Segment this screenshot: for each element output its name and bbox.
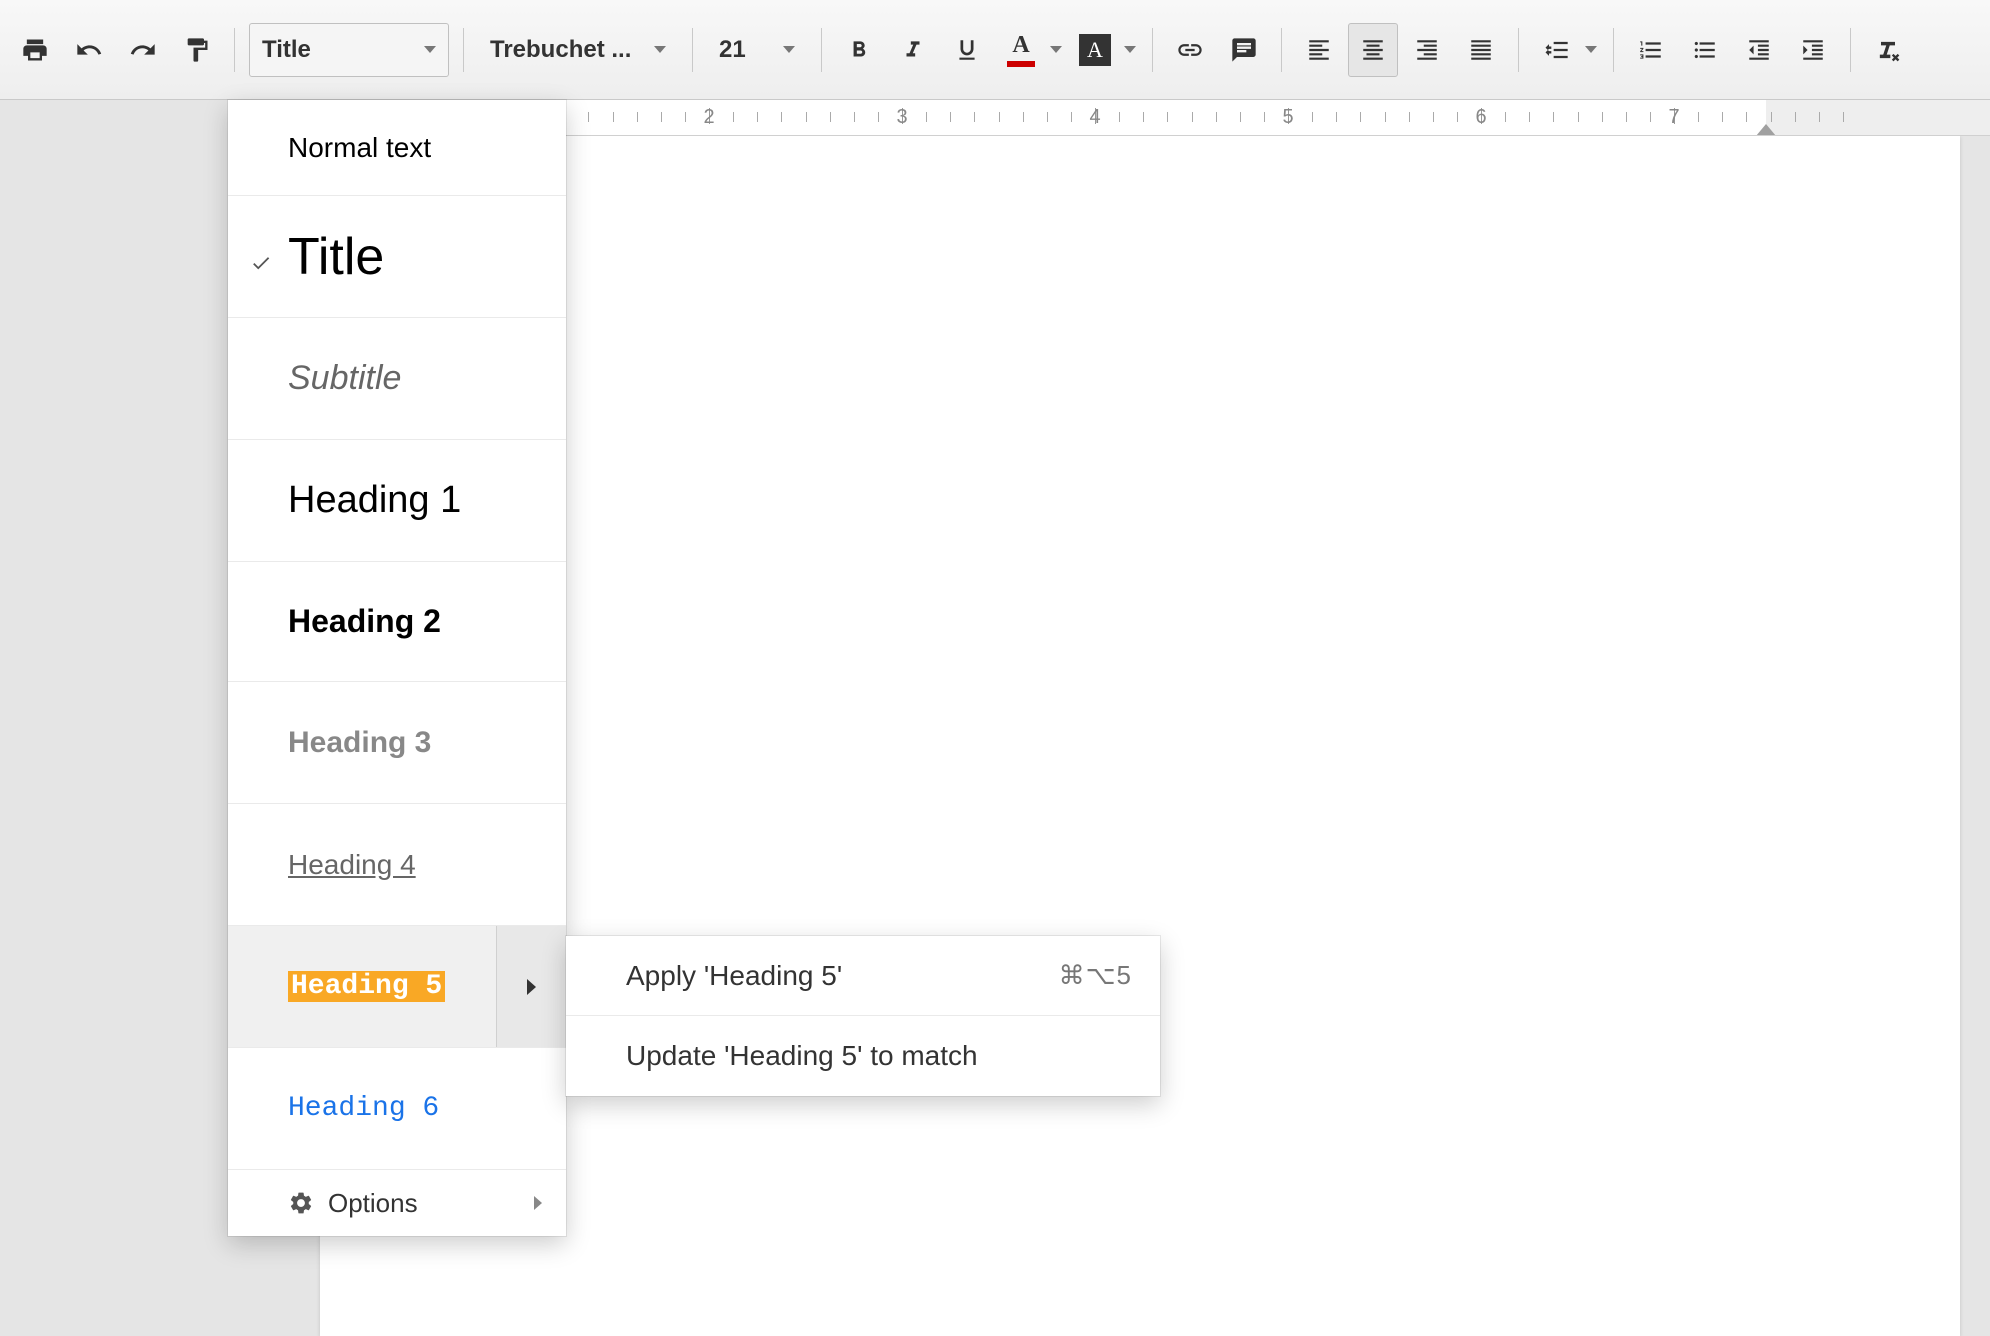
chevron-down-icon (424, 46, 436, 53)
style-heading-1[interactable]: Heading 1 (228, 440, 566, 562)
style-label: Heading 1 (288, 479, 461, 522)
style-label: Heading 3 (288, 726, 431, 760)
clear-formatting-button[interactable] (1863, 23, 1913, 77)
bold-button[interactable] (834, 23, 884, 77)
italic-button[interactable] (888, 23, 938, 77)
align-left-button[interactable] (1294, 23, 1344, 77)
submenu-label: Apply 'Heading 5' (626, 960, 842, 992)
font-size-combo[interactable]: 21 (707, 23, 807, 77)
align-right-button[interactable] (1402, 23, 1452, 77)
font-family-combo[interactable]: Trebuchet ... (478, 23, 678, 77)
undo-button[interactable] (64, 23, 114, 77)
style-label: Normal text (288, 132, 431, 164)
numbered-list-button[interactable] (1626, 23, 1676, 77)
chevron-down-icon[interactable] (1585, 46, 1597, 53)
line-spacing-button[interactable] (1531, 23, 1581, 77)
style-heading-4[interactable]: Heading 4 (228, 804, 566, 926)
style-label: Title (288, 227, 384, 287)
font-combo-label: Trebuchet ... (490, 36, 631, 64)
styles-options[interactable]: Options (228, 1170, 566, 1236)
paragraph-styles-menu: Normal text Title Subtitle Heading 1 Hea… (228, 100, 566, 1236)
highlight-color-button[interactable]: A (1070, 23, 1120, 77)
style-title[interactable]: Title (228, 196, 566, 318)
toolbar: Title Trebuchet ... 21 A A (0, 0, 1990, 100)
style-label: Heading 2 (288, 603, 441, 640)
style-heading-6[interactable]: Heading 6 (228, 1048, 566, 1170)
keyboard-shortcut: ⌘⌥5 (1059, 960, 1132, 991)
print-button[interactable] (10, 23, 60, 77)
chevron-down-icon[interactable] (1050, 46, 1062, 53)
style-label: Subtitle (288, 359, 401, 398)
text-color-swatch (1007, 61, 1035, 67)
ruler-number: 6 (1475, 106, 1486, 129)
update-heading5-to-match[interactable]: Update 'Heading 5' to match (566, 1016, 1160, 1096)
chevron-down-icon (783, 46, 795, 53)
paint-format-button[interactable] (172, 23, 222, 77)
ruler-number: 2 (703, 106, 714, 129)
submenu-arrow-icon[interactable] (496, 926, 566, 1047)
separator (692, 28, 693, 72)
gear-icon (288, 1190, 314, 1216)
style-label: Heading 6 (288, 1093, 439, 1124)
align-justify-button[interactable] (1456, 23, 1506, 77)
bulleted-list-button[interactable] (1680, 23, 1730, 77)
separator (463, 28, 464, 72)
add-comment-button[interactable] (1219, 23, 1269, 77)
size-combo-label: 21 (719, 36, 746, 64)
decrease-indent-button[interactable] (1734, 23, 1784, 77)
separator (1613, 28, 1614, 72)
paragraph-styles-combo[interactable]: Title (249, 23, 449, 77)
ruler-number: 4 (1089, 106, 1100, 129)
separator (1281, 28, 1282, 72)
increase-indent-button[interactable] (1788, 23, 1838, 77)
separator (821, 28, 822, 72)
styles-combo-label: Title (262, 36, 311, 64)
style-heading-2[interactable]: Heading 2 (228, 562, 566, 682)
align-center-button[interactable] (1348, 23, 1398, 77)
check-icon (250, 227, 272, 287)
document-page[interactable] (320, 136, 1960, 1336)
chevron-down-icon (654, 46, 666, 53)
separator (1152, 28, 1153, 72)
style-heading-3[interactable]: Heading 3 (228, 682, 566, 804)
text-color-button[interactable]: A (996, 23, 1046, 77)
horizontal-ruler[interactable]: 1234567 (320, 100, 1990, 136)
style-normal-text[interactable]: Normal text (228, 100, 566, 196)
style-heading-5[interactable]: Heading 5 (228, 926, 566, 1048)
ruler-number: 7 (1668, 106, 1679, 129)
separator (1850, 28, 1851, 72)
insert-link-button[interactable] (1165, 23, 1215, 77)
separator (1518, 28, 1519, 72)
submenu-arrow-icon (534, 1196, 542, 1210)
redo-button[interactable] (118, 23, 168, 77)
apply-heading5[interactable]: Apply 'Heading 5' ⌘⌥5 (566, 936, 1160, 1016)
style-label: Heading 4 (288, 849, 416, 881)
separator (234, 28, 235, 72)
ruler-number: 5 (1282, 106, 1293, 129)
chevron-down-icon[interactable] (1124, 46, 1136, 53)
style-subtitle[interactable]: Subtitle (228, 318, 566, 440)
heading5-submenu: Apply 'Heading 5' ⌘⌥5 Update 'Heading 5'… (566, 936, 1160, 1096)
underline-button[interactable] (942, 23, 992, 77)
style-label: Heading 5 (288, 971, 445, 1002)
submenu-label: Update 'Heading 5' to match (626, 1040, 978, 1072)
ruler-number: 3 (896, 106, 907, 129)
options-label: Options (328, 1188, 418, 1219)
